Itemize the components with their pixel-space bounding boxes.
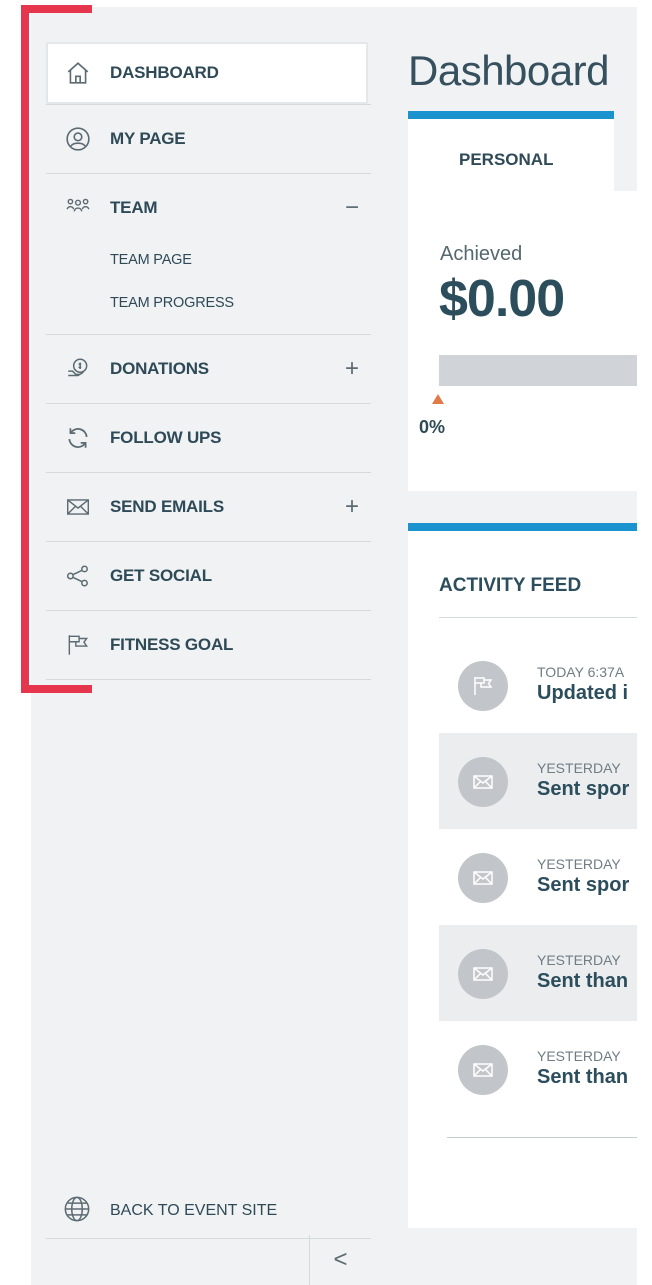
activity-text: Sent spor xyxy=(537,778,630,800)
back-to-event-site-link[interactable]: BACK TO EVENT SITE xyxy=(46,1183,371,1239)
achieved-amount: $0.00 xyxy=(439,270,565,328)
activity-text: Sent than xyxy=(537,970,629,992)
sidebar-item-label: TEAM xyxy=(110,198,158,217)
expand-donations-icon[interactable]: + xyxy=(345,357,359,381)
activity-feed-card: ACTIVITY FEED TODAY 6:37A Updated i YEST… xyxy=(408,523,637,1228)
collapse-sidebar-button[interactable]: < xyxy=(309,1235,371,1285)
sidebar-item-label: GET SOCIAL xyxy=(110,566,212,585)
progress-card: PERSONAL Achieved $0.00 0% xyxy=(408,111,637,491)
activity-text: Sent than xyxy=(537,1066,629,1088)
sidebar-item-label: FITNESS GOAL xyxy=(110,635,234,654)
sidebar-item-donations[interactable]: DONATIONS + xyxy=(46,335,371,404)
activity-feed-item: YESTERDAY Sent than xyxy=(439,1021,637,1117)
app-frame: DASHBOARD MY PAGE TEAM − TEAM PAGE TEAM … xyxy=(31,7,637,1285)
tab-strip xyxy=(614,111,637,191)
flag-icon xyxy=(458,661,508,711)
activity-feed-title: ACTIVITY FEED xyxy=(439,575,582,596)
tab-label: PERSONAL xyxy=(459,150,554,169)
chevron-left-icon: < xyxy=(333,1246,348,1273)
globe-icon xyxy=(63,1195,93,1225)
sidebar-item-label: DASHBOARD xyxy=(110,63,219,82)
sidebar-item-fitness-goal[interactable]: FITNESS GOAL xyxy=(46,611,371,680)
activity-timestamp: YESTERDAY xyxy=(537,760,621,776)
expand-send-emails-icon[interactable]: + xyxy=(345,495,359,519)
progress-bar xyxy=(439,355,637,386)
flag-icon xyxy=(63,630,93,660)
sidebar-item-dashboard[interactable]: DASHBOARD xyxy=(46,42,371,105)
activity-timestamp: YESTERDAY xyxy=(537,1048,621,1064)
sidebar-item-label: SEND EMAILS xyxy=(110,497,224,516)
home-icon xyxy=(63,58,93,88)
divider xyxy=(439,617,637,618)
activity-feed-item: YESTERDAY Sent than xyxy=(439,925,637,1021)
activity-feed-item: YESTERDAY Sent spor xyxy=(439,829,637,925)
activity-timestamp: YESTERDAY xyxy=(537,856,621,872)
sidebar-item-get-social[interactable]: GET SOCIAL xyxy=(46,542,371,611)
tab-personal[interactable]: PERSONAL xyxy=(408,111,614,191)
share-icon xyxy=(63,561,93,591)
user-circle-icon xyxy=(63,124,93,154)
achieved-label: Achieved xyxy=(440,243,523,265)
sidebar-item-label: DONATIONS xyxy=(110,359,209,378)
team-icon xyxy=(63,192,93,222)
sidebar-item-send-emails[interactable]: SEND EMAILS + xyxy=(46,473,371,542)
envelope-icon xyxy=(63,492,93,522)
sidebar-subitem-team-page[interactable]: TEAM PAGE xyxy=(110,252,192,268)
divider xyxy=(447,1137,637,1138)
envelope-icon xyxy=(458,1045,508,1095)
sidebar: DASHBOARD MY PAGE TEAM − TEAM PAGE TEAM … xyxy=(31,7,371,1285)
activity-feed-item: TODAY 6:37A Updated i xyxy=(439,637,637,733)
sidebar-item-my-page[interactable]: MY PAGE xyxy=(46,105,371,174)
back-to-event-site-label: BACK TO EVENT SITE xyxy=(110,1202,278,1219)
sidebar-item-label: MY PAGE xyxy=(110,129,186,148)
sidebar-item-follow-ups[interactable]: FOLLOW UPS xyxy=(46,404,371,473)
activity-text: Updated i xyxy=(537,682,629,704)
refresh-icon xyxy=(63,423,93,453)
activity-timestamp: TODAY 6:37A xyxy=(537,664,625,680)
sidebar-item-label: FOLLOW UPS xyxy=(110,428,222,447)
progress-marker-icon xyxy=(432,394,444,404)
donation-icon xyxy=(63,354,93,384)
envelope-icon xyxy=(458,757,508,807)
collapse-team-icon[interactable]: − xyxy=(345,196,359,220)
page-title: Dashboard xyxy=(408,47,609,94)
envelope-icon xyxy=(458,853,508,903)
sidebar-subitem-team-progress[interactable]: TEAM PROGRESS xyxy=(110,295,234,311)
activity-timestamp: YESTERDAY xyxy=(537,952,621,968)
progress-percent: 0% xyxy=(419,417,446,437)
activity-text: Sent spor xyxy=(537,874,630,896)
envelope-icon xyxy=(458,949,508,999)
main-content: Dashboard PERSONAL Achieved $0.00 0% ACT… xyxy=(408,7,637,1285)
activity-feed-item: YESTERDAY Sent spor xyxy=(439,733,637,829)
